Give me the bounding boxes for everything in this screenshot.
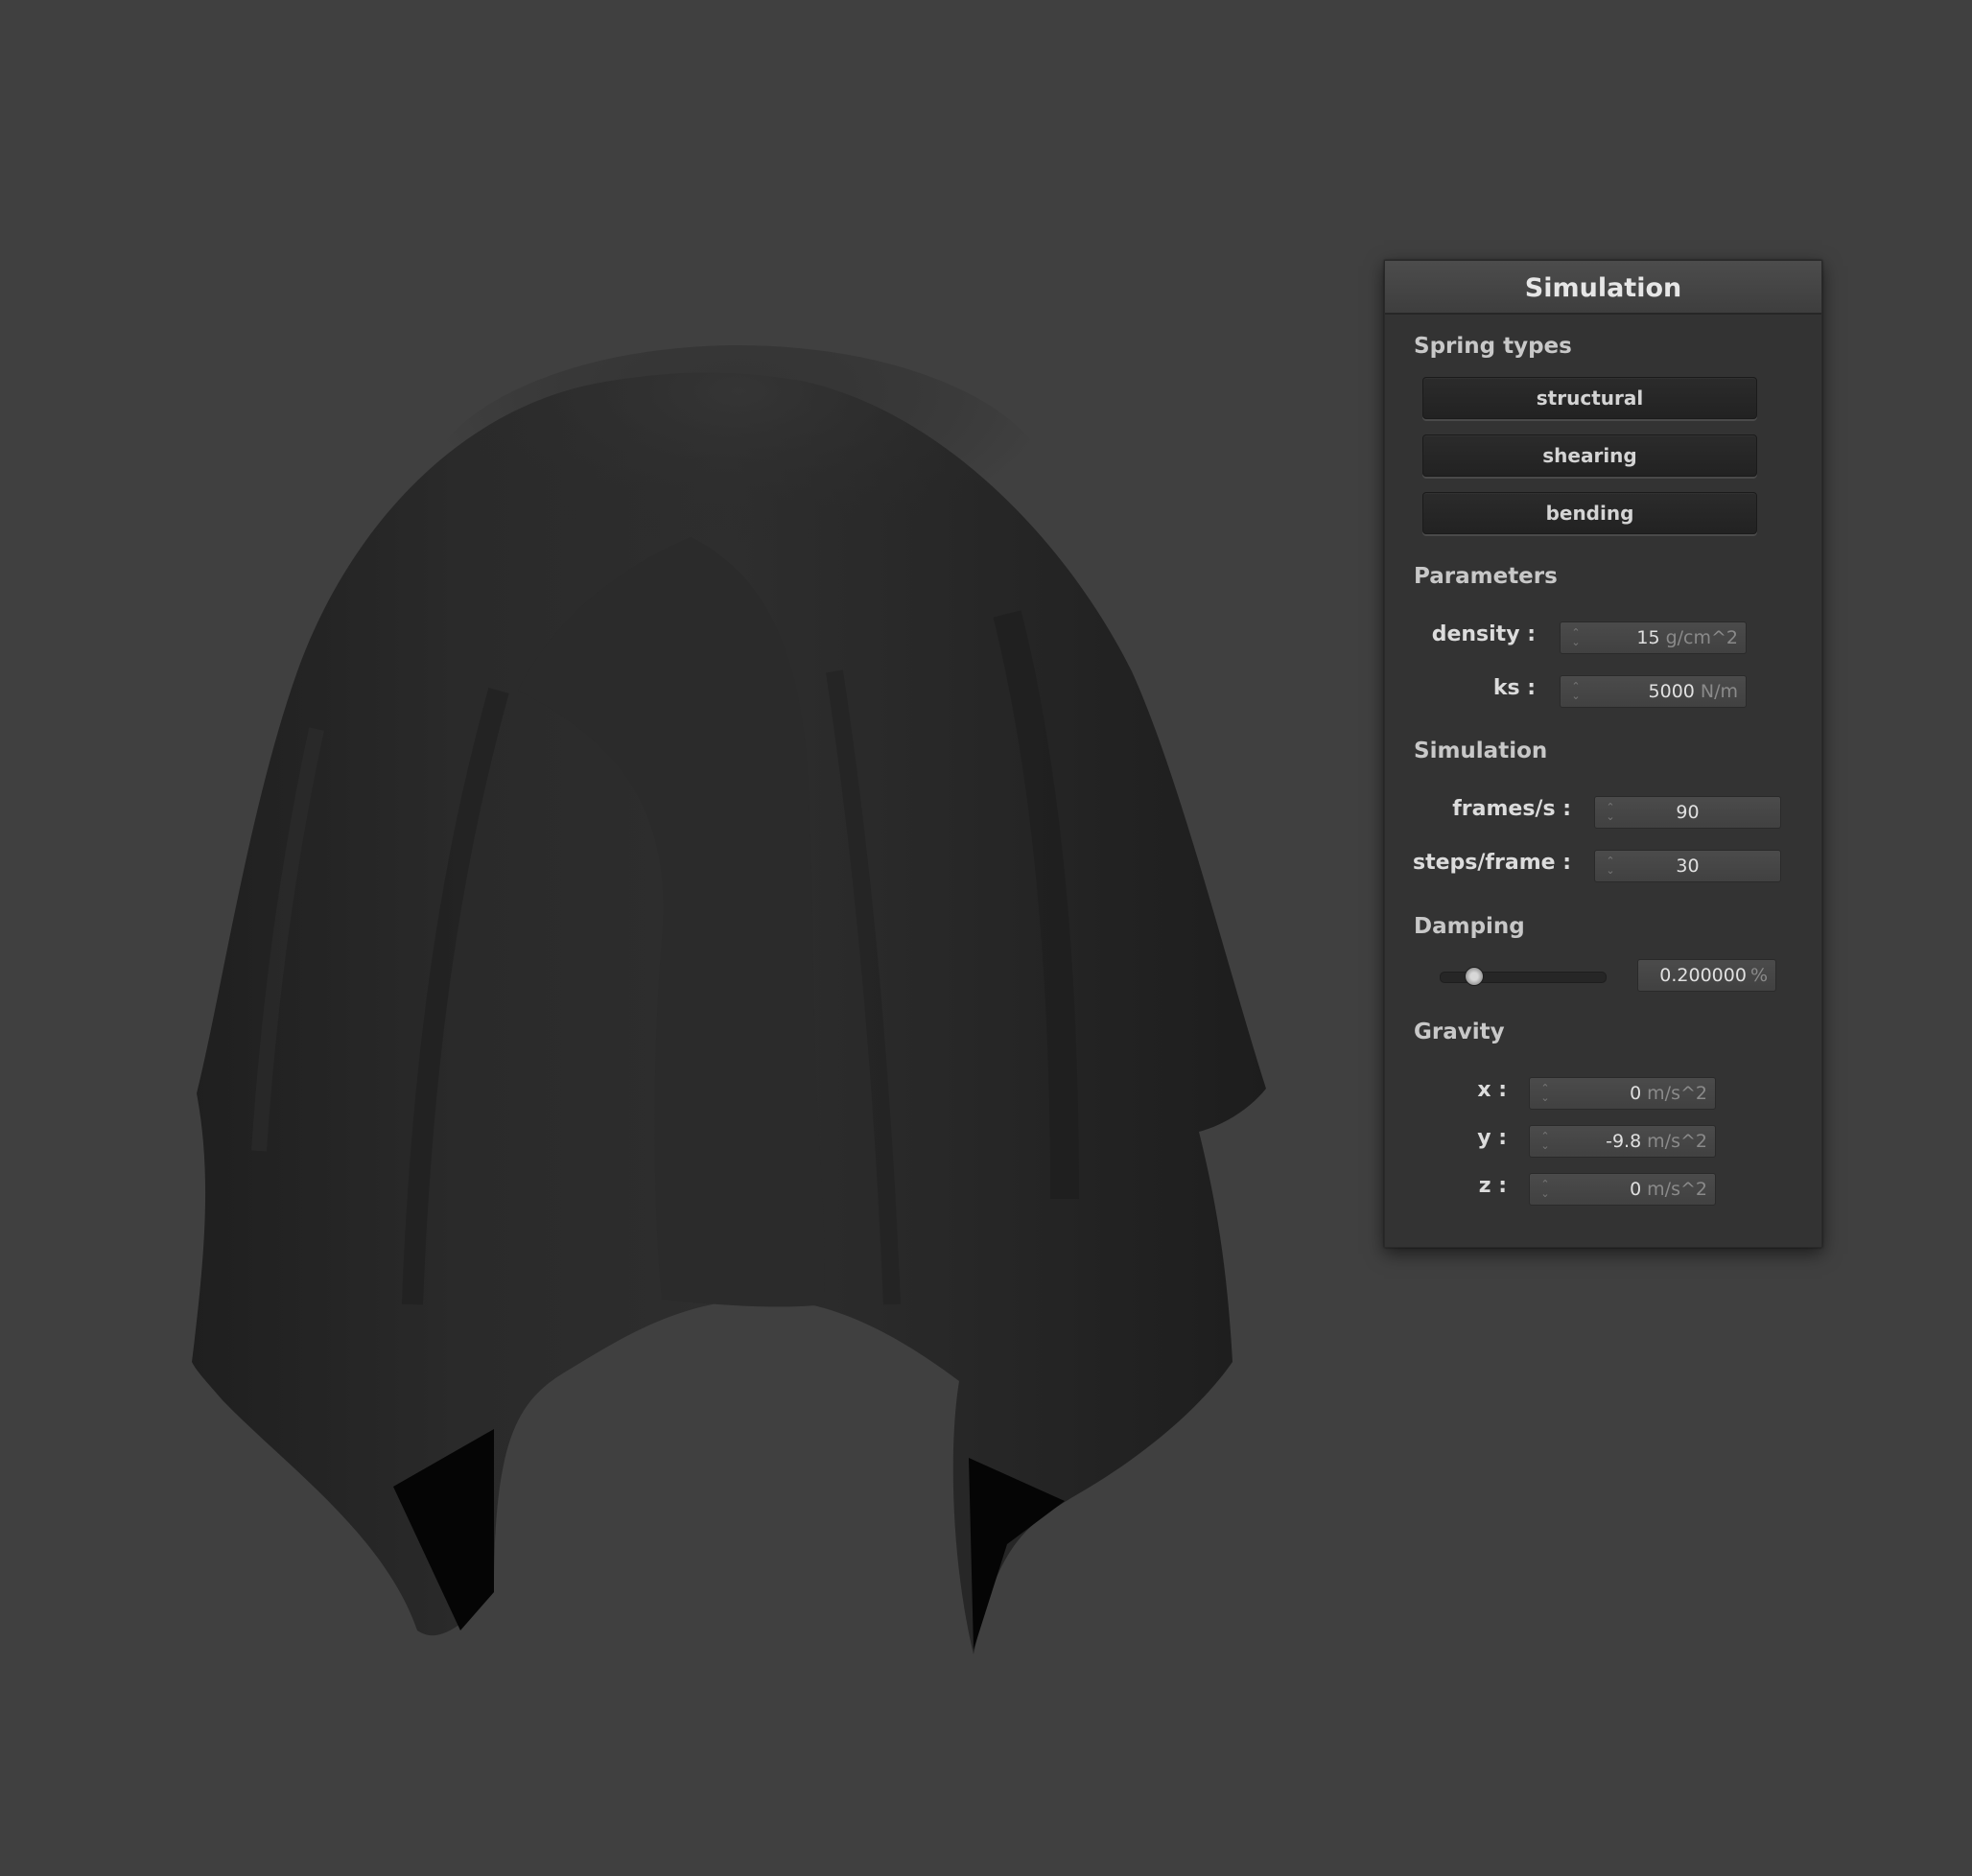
gravity-x-unit: m/s^2 [1647, 1083, 1707, 1104]
fps-value: 90 [1676, 802, 1700, 823]
steps-spinbox[interactable]: ⌃ ⌄ 30 [1594, 850, 1781, 882]
panel-title: Simulation [1385, 261, 1821, 315]
parameters-heading: Parameters [1414, 564, 1558, 589]
density-label: density : [1431, 622, 1536, 646]
ks-label: ks : [1492, 676, 1536, 700]
shearing-toggle-button[interactable]: shearing [1422, 434, 1757, 477]
damping-value: 0.200000 [1659, 965, 1747, 986]
spin-arrows-icon[interactable]: ⌃ ⌄ [1536, 1179, 1555, 1199]
density-unit: g/cm^2 [1665, 627, 1738, 648]
spin-arrows-icon[interactable]: ⌃ ⌄ [1566, 627, 1585, 647]
gravity-z-unit: m/s^2 [1647, 1179, 1707, 1200]
spin-arrows-icon[interactable]: ⌃ ⌄ [1536, 1131, 1555, 1151]
fps-label: frames/s : [1452, 797, 1571, 821]
bending-toggle-button[interactable]: bending [1422, 492, 1757, 534]
structural-toggle-button[interactable]: structural [1422, 377, 1757, 419]
spin-arrows-icon[interactable]: ⌃ ⌄ [1566, 681, 1585, 701]
gravity-y-spinbox[interactable]: ⌃ ⌄ -9.8 m/s^2 [1529, 1125, 1716, 1158]
spin-arrows-icon[interactable]: ⌃ ⌄ [1601, 856, 1620, 876]
damping-value-field[interactable]: 0.200000 % [1637, 959, 1776, 992]
ks-spinbox[interactable]: ⌃ ⌄ 5000 N/m [1560, 675, 1747, 708]
damping-heading: Damping [1414, 914, 1525, 939]
gravity-y-unit: m/s^2 [1647, 1131, 1707, 1152]
spin-arrows-icon[interactable]: ⌃ ⌄ [1536, 1083, 1555, 1103]
ks-unit: N/m [1700, 681, 1738, 702]
gravity-y-value: -9.8 [1606, 1131, 1642, 1152]
gravity-z-value: 0 [1630, 1179, 1642, 1200]
gravity-x-value: 0 [1630, 1083, 1642, 1104]
steps-label: steps/frame : [1413, 851, 1571, 875]
gravity-z-spinbox[interactable]: ⌃ ⌄ 0 m/s^2 [1529, 1173, 1716, 1206]
simulation-panel: Simulation Spring types structural shear… [1384, 260, 1822, 1248]
gravity-x-spinbox[interactable]: ⌃ ⌄ 0 m/s^2 [1529, 1077, 1716, 1110]
simulation-heading: Simulation [1414, 739, 1548, 763]
damping-unit: % [1749, 965, 1768, 986]
gravity-z-label: z : [1478, 1174, 1507, 1198]
spin-arrows-icon[interactable]: ⌃ ⌄ [1601, 802, 1620, 822]
fps-spinbox[interactable]: ⌃ ⌄ 90 [1594, 796, 1781, 829]
gravity-x-label: x : [1477, 1078, 1507, 1102]
ks-value: 5000 [1648, 681, 1695, 702]
density-value: 15 [1636, 627, 1660, 648]
gravity-y-label: y : [1477, 1126, 1507, 1150]
damping-slider-handle[interactable] [1464, 967, 1484, 986]
steps-value: 30 [1676, 856, 1700, 877]
gravity-heading: Gravity [1414, 1020, 1505, 1044]
spring-types-heading: Spring types [1414, 334, 1572, 359]
density-spinbox[interactable]: ⌃ ⌄ 15 g/cm^2 [1560, 621, 1747, 654]
